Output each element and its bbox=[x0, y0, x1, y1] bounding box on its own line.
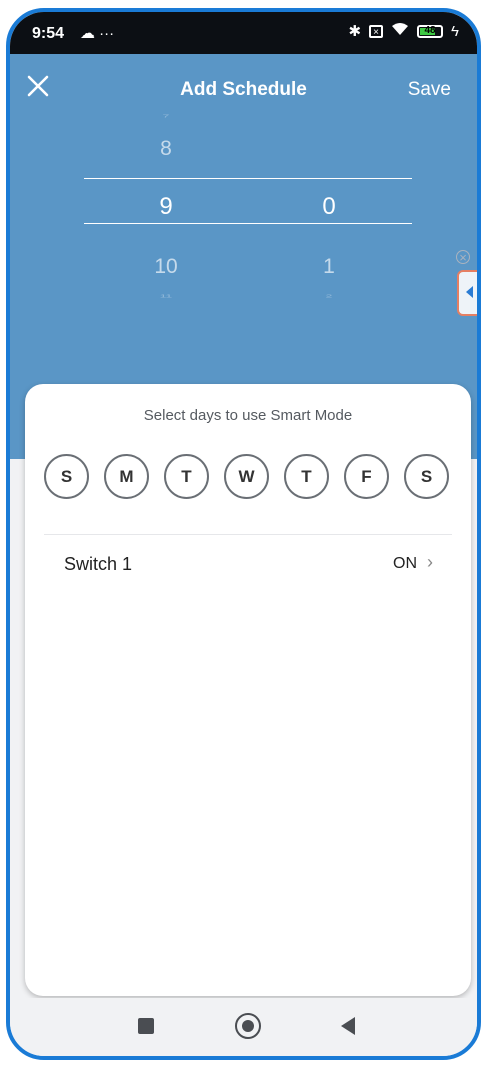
save-button[interactable]: Save bbox=[408, 79, 451, 101]
wifi-icon bbox=[391, 22, 409, 40]
phone-frame: 9:54 ☁ ··· ✱ × 48 ϟ Add Schedule Save 7 … bbox=[6, 8, 481, 1060]
status-time: 9:54 bbox=[32, 25, 65, 42]
minute-option[interactable]: 2 bbox=[299, 293, 359, 299]
switch-row[interactable]: Switch 1 ON › bbox=[25, 536, 471, 592]
day-friday[interactable]: F bbox=[344, 454, 389, 499]
hour-option[interactable]: 10 bbox=[136, 255, 196, 279]
recents-button[interactable] bbox=[138, 1018, 154, 1034]
day-tuesday[interactable]: T bbox=[164, 454, 209, 499]
status-bar: 9:54 ☁ ··· ✱ × 48 ϟ bbox=[10, 12, 477, 54]
charging-icon: ϟ bbox=[451, 22, 459, 40]
minute-option[interactable]: 1 bbox=[299, 255, 359, 279]
picker-top-line bbox=[84, 178, 412, 179]
chevron-right-icon: › bbox=[427, 552, 433, 572]
home-button[interactable] bbox=[235, 1013, 261, 1039]
chevron-left-icon bbox=[466, 286, 473, 298]
status-icons: ✱ × 48 ϟ bbox=[348, 22, 459, 41]
hour-selected[interactable]: 9 bbox=[136, 193, 196, 221]
days-prompt: Select days to use Smart Mode bbox=[143, 407, 353, 424]
back-button[interactable] bbox=[341, 1017, 355, 1035]
switch-value: ON bbox=[393, 555, 417, 572]
floating-side-tab[interactable] bbox=[457, 270, 477, 316]
sim-x-icon: × bbox=[369, 24, 384, 38]
day-saturday[interactable]: S bbox=[404, 454, 449, 499]
divider bbox=[44, 534, 452, 535]
day-thursday[interactable]: T bbox=[284, 454, 329, 499]
hour-option[interactable]: 7 bbox=[136, 113, 196, 119]
time-picker[interactable]: 7 8 9 0 10 1 11 2 bbox=[10, 109, 477, 349]
day-sunday[interactable]: S bbox=[44, 454, 89, 499]
bluetooth-icon: ✱ bbox=[348, 23, 362, 40]
cloud-icon: ☁ ··· bbox=[80, 25, 115, 42]
schedule-card: Select days to use Smart Mode S M T W T … bbox=[25, 384, 471, 996]
hour-option[interactable]: 11 bbox=[136, 293, 196, 299]
day-monday[interactable]: M bbox=[104, 454, 149, 499]
day-wednesday[interactable]: W bbox=[224, 454, 269, 499]
battery-level: 48 bbox=[424, 24, 436, 36]
hour-option[interactable]: 8 bbox=[136, 137, 196, 161]
floating-close-icon[interactable]: × bbox=[456, 250, 470, 265]
minute-selected[interactable]: 0 bbox=[299, 193, 359, 221]
system-nav-bar bbox=[10, 998, 477, 1056]
day-selector: S M T W T F S bbox=[44, 454, 449, 499]
switch-label: Switch 1 bbox=[64, 554, 133, 574]
battery-icon: 48 bbox=[417, 24, 444, 38]
picker-bottom-line bbox=[84, 223, 412, 224]
